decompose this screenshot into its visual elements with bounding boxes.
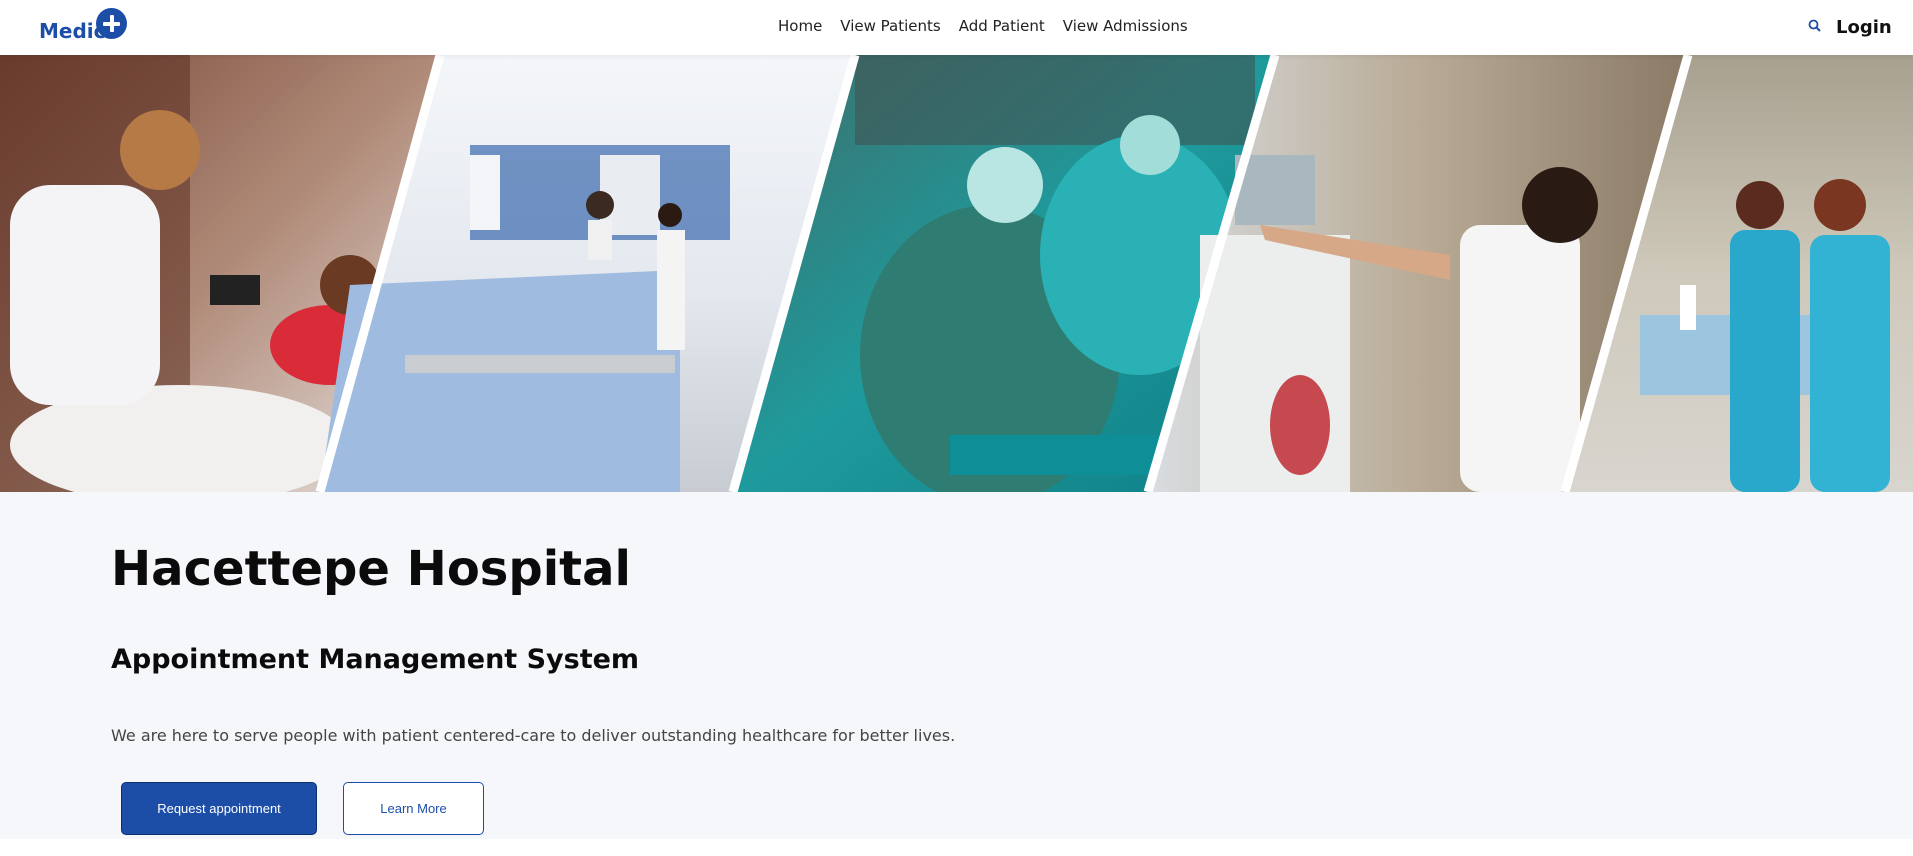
page-bottom-strip (0, 839, 1913, 856)
top-navbar: Medic Home View Patients Add Patient Vie… (0, 0, 1913, 55)
nav-view-admissions[interactable]: View Admissions (1063, 17, 1188, 35)
nav-view-patients[interactable]: View Patients (840, 17, 940, 35)
search-icon[interactable] (1807, 18, 1823, 34)
request-appointment-button[interactable]: Request appointment (121, 782, 317, 835)
medical-plus-icon (96, 8, 127, 39)
nav-add-patient[interactable]: Add Patient (959, 17, 1045, 35)
hero-collage (0, 55, 1913, 492)
main-nav: Home View Patients Add Patient View Admi… (778, 17, 1188, 35)
hero-intro: Hacettepe Hospital Appointment Managemen… (0, 492, 1913, 839)
login-link[interactable]: Login (1836, 17, 1892, 38)
page-subtitle: Appointment Management System (111, 644, 640, 675)
hero-banner (0, 55, 1913, 492)
tagline: We are here to serve people with patient… (111, 726, 956, 745)
nav-home[interactable]: Home (778, 17, 822, 35)
page-title: Hacettepe Hospital (111, 541, 631, 597)
learn-more-button[interactable]: Learn More (343, 782, 484, 835)
